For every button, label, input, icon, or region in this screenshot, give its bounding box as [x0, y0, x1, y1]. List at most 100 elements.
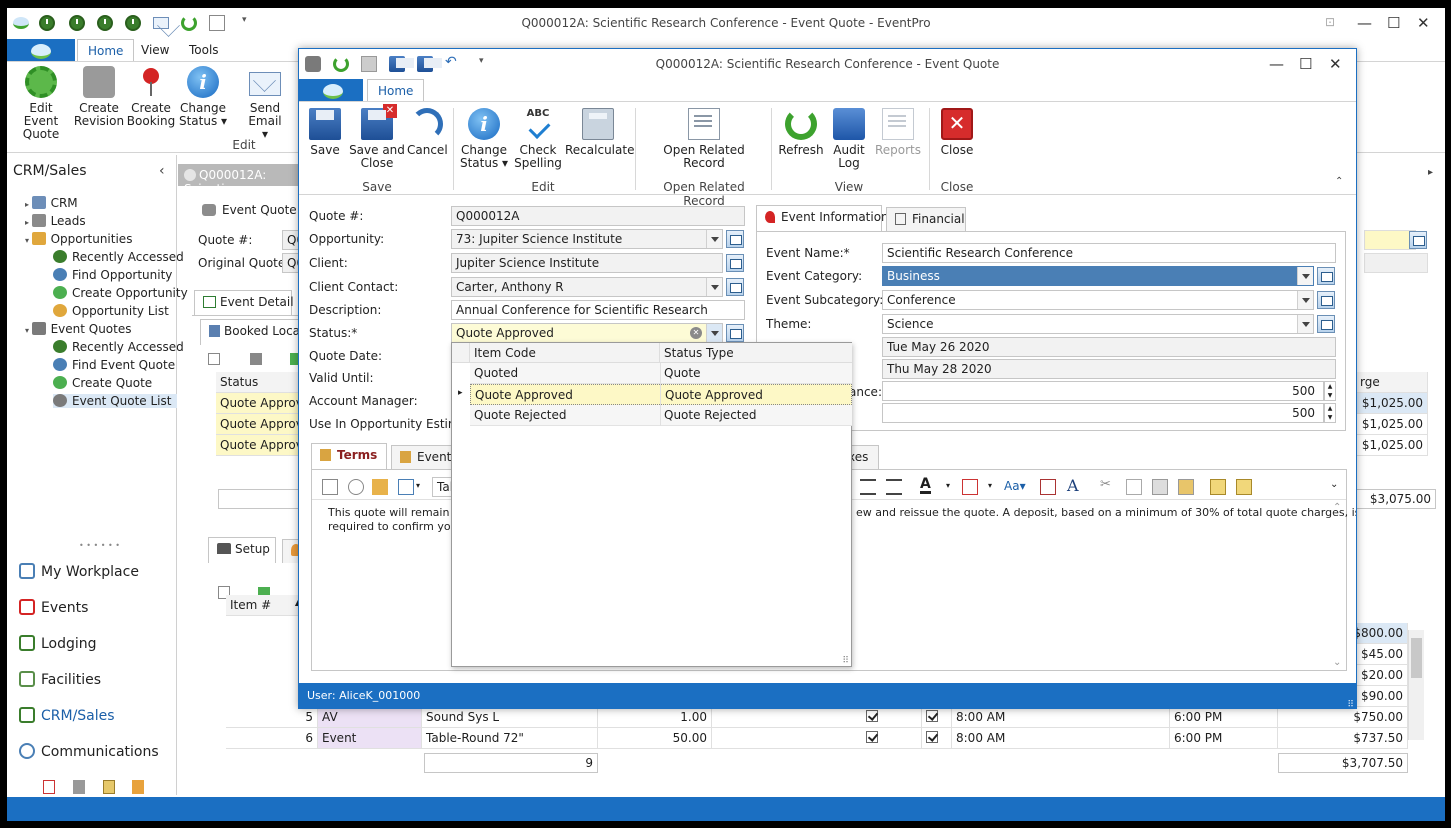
calculator-small-icon[interactable]: [249, 353, 262, 365]
bg-lookup-button[interactable]: [1409, 231, 1427, 249]
popup-row-quoted[interactable]: Quoted Quote: [470, 363, 852, 384]
bg-summary-field[interactable]: [218, 489, 308, 509]
item-number-header[interactable]: Item # ▲: [226, 595, 306, 616]
event-name-input[interactable]: Scientific Research Conference: [882, 243, 1336, 263]
save-button[interactable]: Save: [305, 108, 345, 157]
expand-arrow-icon[interactable]: ▾: [25, 236, 32, 245]
setup-cell[interactable]: 6:00 PM: [1170, 728, 1278, 749]
insert-table-icon[interactable]: [1236, 479, 1252, 495]
copy-icon[interactable]: [1126, 479, 1142, 495]
expand-arrow-icon[interactable]: ▸: [25, 200, 32, 209]
sidebar-tree-item[interactable]: Recently Accessed: [53, 340, 184, 354]
paste-icon[interactable]: [1152, 479, 1168, 495]
opportunity-select[interactable]: 73: Jupiter Science Institute: [451, 229, 723, 249]
charge-cell[interactable]: $1,025.00: [1356, 435, 1428, 456]
tab-event-comments[interactable]: Event C: [391, 445, 464, 469]
sidebar-tree-item[interactable]: ▾ Opportunities: [25, 232, 132, 246]
change-case-icon[interactable]: Aa▾: [1004, 479, 1026, 493]
sidebar-tree-item[interactable]: Find Event Quote: [53, 358, 175, 372]
font-color-dropdown-icon[interactable]: ▾: [946, 481, 950, 490]
setup-cell[interactable]: 6:00 PM: [1170, 707, 1278, 728]
sidebar-tree-item[interactable]: ▾ Event Quotes: [25, 322, 132, 336]
format-icon[interactable]: [398, 479, 414, 495]
popup-row-quote-approved[interactable]: Quote Approved Quote Approved: [470, 384, 852, 405]
popup-resize-grip-icon[interactable]: ⠿: [842, 656, 849, 666]
format-dropdown-icon[interactable]: ▾: [416, 481, 420, 490]
restore-tool-icon[interactable]: ⊡: [1325, 15, 1335, 29]
change-status-button[interactable]: i Change Status ▾: [175, 66, 231, 128]
charge-column-header[interactable]: rge: [1356, 372, 1428, 393]
theme-lookup-button[interactable]: [1317, 315, 1335, 333]
splitter-grip[interactable]: • • • • • •: [79, 541, 120, 550]
attendance-spinner-2[interactable]: ▲ ▼: [1324, 403, 1336, 423]
sidebar-tree-item[interactable]: ▸ Leads: [25, 214, 86, 228]
close-button[interactable]: ✕ Close: [935, 108, 979, 157]
find-icon[interactable]: [348, 479, 364, 495]
setup-cell[interactable]: [922, 728, 952, 749]
attendance-input-1[interactable]: 500: [882, 381, 1324, 401]
clear-format-icon[interactable]: [1040, 479, 1056, 495]
client-contact-lookup-button[interactable]: [726, 278, 744, 296]
open-folder-icon[interactable]: [372, 479, 388, 495]
event-subcategory-select[interactable]: Conference: [882, 290, 1314, 310]
tab-scroll-icon[interactable]: ▸: [1428, 167, 1433, 178]
popup-row-quote-rejected[interactable]: Quote Rejected Quote Rejected: [470, 405, 852, 426]
nav-item[interactable]: Communications: [19, 743, 159, 760]
status-cell[interactable]: Quote Approved: [216, 435, 306, 456]
event-category-dropdown-icon[interactable]: [1297, 267, 1313, 285]
cancel-button[interactable]: Cancel: [407, 108, 448, 157]
documents-icon[interactable]: [132, 780, 145, 794]
setup-cell[interactable]: $750.00: [1278, 707, 1408, 728]
scroll-down-icon[interactable]: ⌄: [1333, 657, 1341, 668]
dialog-maximize-button[interactable]: ☐: [1299, 55, 1312, 73]
description-input[interactable]: Annual Conference for Scientific Researc…: [451, 300, 745, 320]
save-and-close-button[interactable]: ✕ Save and Close: [347, 104, 407, 170]
clipboard-icon[interactable]: [43, 780, 55, 794]
minimize-button[interactable]: —: [1357, 14, 1372, 32]
maximize-button[interactable]: ☐: [1387, 14, 1400, 32]
clear-icon[interactable]: ✕: [690, 327, 702, 339]
theme-select[interactable]: Science: [882, 314, 1314, 334]
charge-cell[interactable]: $1,025.00: [1356, 393, 1428, 414]
tab-terms[interactable]: Terms: [311, 443, 387, 469]
status-lookup-button[interactable]: [726, 324, 744, 342]
status-type-column-header[interactable]: Status Type: [660, 343, 852, 363]
setup-cell[interactable]: 8:00 AM: [952, 707, 1170, 728]
checkbox[interactable]: [926, 710, 938, 722]
sidebar-tree-item[interactable]: Create Opportunity: [53, 286, 188, 300]
resize-grip-icon[interactable]: ⠿: [1347, 700, 1354, 708]
event-subcategory-dropdown-icon[interactable]: [1297, 291, 1313, 309]
setup-cell[interactable]: 1.00: [598, 707, 712, 728]
theme-dropdown-icon[interactable]: [1297, 315, 1313, 333]
send-email-button[interactable]: Send Email ▾: [233, 66, 297, 141]
sidebar-tree-item[interactable]: Opportunity List: [53, 304, 169, 318]
setup-cell[interactable]: 6: [226, 728, 318, 749]
setup-cell[interactable]: 5: [226, 707, 318, 728]
tab-tools[interactable]: Tools: [189, 43, 219, 57]
status-column-header[interactable]: Status: [216, 372, 306, 393]
checkbox[interactable]: [866, 710, 878, 722]
calculator-icon[interactable]: [72, 780, 85, 794]
edit-event-quote-button[interactable]: Edit Event Quote: [13, 66, 69, 141]
tab-financial[interactable]: Financial: [886, 207, 966, 231]
cut-icon[interactable]: ✂: [1100, 477, 1116, 493]
setup-cell[interactable]: [922, 707, 952, 728]
new-doc-icon[interactable]: [322, 479, 338, 495]
dialog-change-status-button[interactable]: i Change Status ▾: [459, 108, 509, 170]
font-icon[interactable]: A: [1067, 476, 1079, 495]
scroll-up-icon[interactable]: ⌃: [1333, 502, 1341, 513]
paste-special-icon[interactable]: [1178, 479, 1194, 495]
end-date-field[interactable]: Thu May 28 2020: [882, 359, 1336, 379]
create-revision-button[interactable]: Create Revision: [71, 66, 127, 128]
expand-arrow-icon[interactable]: ▸: [25, 218, 32, 227]
attendance-spinner-1[interactable]: ▲ ▼: [1324, 381, 1336, 401]
dialog-close-window-button[interactable]: ✕: [1329, 55, 1342, 73]
close-window-button[interactable]: ✕: [1417, 14, 1430, 32]
nav-item[interactable]: Lodging: [19, 635, 97, 652]
file-menu-tab[interactable]: [7, 39, 75, 61]
reports-button[interactable]: Reports: [873, 108, 923, 157]
setup-cell[interactable]: $737.50: [1278, 728, 1408, 749]
opportunity-dropdown-icon[interactable]: [706, 230, 722, 248]
event-subcategory-lookup-button[interactable]: [1317, 291, 1335, 309]
dialog-file-tab[interactable]: [299, 79, 363, 101]
